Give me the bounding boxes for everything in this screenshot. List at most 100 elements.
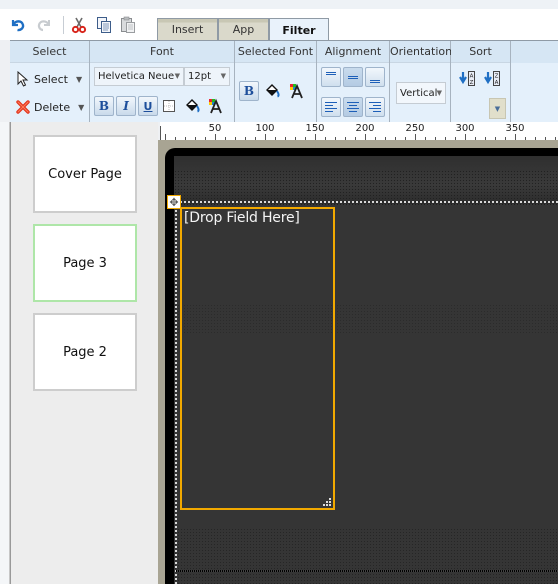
svg-text:Z: Z	[470, 80, 474, 86]
page-thumbnail-label: Page 2	[63, 344, 107, 360]
page-thumbnail-cover-page[interactable]: Cover Page	[33, 135, 137, 213]
align-left-button[interactable]	[321, 97, 341, 117]
tab-app-label: App	[232, 23, 255, 36]
align-right-button[interactable]	[365, 97, 385, 117]
group-header-alignment: Alignment	[317, 41, 389, 63]
tab-insert-label: Insert	[171, 23, 204, 36]
cut-button[interactable]	[70, 16, 88, 34]
chevron-down-icon: ▼	[78, 102, 85, 112]
ribbon-header-filler	[511, 41, 558, 63]
align-bottom-button[interactable]	[365, 67, 385, 87]
chevron-down-icon: ▼	[174, 72, 180, 80]
move-icon: ✥	[169, 195, 179, 209]
chevron-down-icon: ▼	[436, 89, 442, 97]
undo-icon	[11, 20, 25, 32]
group-header-select: Select	[10, 41, 89, 63]
drop-field-label: [Drop Field Here]	[184, 210, 300, 226]
page-thumbnail-page-3[interactable]: Page 3	[33, 224, 137, 302]
ruler-origin-mark	[160, 126, 161, 140]
page-thumbnail-page-2[interactable]: Page 2	[33, 313, 137, 391]
ruler-label: 100	[255, 123, 275, 134]
sort-options-dropdown[interactable]: ▼	[489, 98, 506, 119]
ribbon: Select Select ▼ Delete ▼ Font Helvetica …	[10, 40, 558, 123]
font-color-button[interactable]	[206, 97, 224, 115]
ruler-label: 150	[305, 123, 325, 134]
selected-font-color-button[interactable]	[287, 82, 305, 100]
underline-button[interactable]: U	[138, 96, 158, 116]
select-label: Select	[34, 72, 68, 86]
resize-grip-icon[interactable]	[323, 498, 332, 507]
cut-icon	[71, 17, 87, 34]
ribbon-group-select: Select Select ▼ Delete ▼	[10, 41, 90, 123]
chevron-down-icon: ▼	[220, 72, 226, 80]
border-icon	[163, 100, 175, 112]
bold-button[interactable]: B	[94, 96, 114, 116]
font-size-select[interactable]: 12pt ▼	[184, 67, 230, 86]
ribbon-group-sort: Sort A Z Z A ▼	[451, 41, 511, 123]
paint-bucket-icon	[266, 84, 280, 98]
group-header-font: Font	[90, 41, 234, 63]
orientation-select[interactable]: Vertical ▼	[396, 82, 446, 104]
tab-app[interactable]: App	[218, 18, 269, 40]
chevron-down-icon: ▼	[75, 74, 83, 84]
selected-fill-color-button[interactable]	[263, 82, 281, 100]
font-family-value: Helvetica Neue	[98, 71, 175, 82]
delete-label: Delete	[34, 100, 71, 114]
ribbon-group-selected-font: Selected Font B	[235, 41, 317, 123]
fill-color-button[interactable]	[183, 97, 201, 115]
drop-field-placeholder[interactable]: [Drop Field Here]	[180, 207, 335, 510]
select-button[interactable]: Select ▼	[16, 69, 82, 89]
copy-icon	[97, 17, 111, 33]
border-button[interactable]	[160, 97, 178, 115]
section-divider	[176, 570, 558, 572]
move-handle[interactable]: ✥	[167, 195, 181, 209]
font-size-value: 12pt	[188, 71, 211, 82]
delete-x-icon	[16, 100, 30, 114]
title-strip	[0, 0, 558, 9]
orientation-value: Vertical	[400, 87, 438, 99]
sort-descending-button[interactable]: Z A	[484, 70, 502, 88]
italic-icon: I	[123, 99, 129, 113]
page-thumbnail-panel: Cover Page Page 3 Page 2	[10, 122, 158, 584]
page-thumbnail-label: Cover Page	[48, 166, 122, 182]
underline-icon: U	[143, 99, 153, 113]
group-header-sort: Sort	[451, 41, 510, 63]
sort-ascending-icon: A Z	[459, 71, 475, 86]
align-middle-button[interactable]	[343, 67, 363, 87]
undo-button[interactable]	[9, 16, 27, 34]
sort-descending-icon: Z A	[484, 71, 500, 86]
ruler-label: 250	[405, 123, 425, 134]
group-header-selected-font: Selected Font	[235, 41, 316, 63]
font-color-icon	[290, 83, 303, 99]
sort-ascending-button[interactable]: A Z	[459, 70, 477, 88]
bold-icon: B	[243, 84, 255, 98]
horizontal-ruler: 50 100 150 200 250 300 350	[160, 122, 558, 140]
app-window: Insert App Filter Select Select ▼ Delete…	[0, 0, 558, 584]
paint-bucket-icon	[186, 99, 200, 113]
ribbon-group-font: Font Helvetica Neue ▼ 12pt ▼ B I U	[90, 41, 235, 123]
paste-button[interactable]	[119, 16, 137, 34]
redo-button[interactable]	[35, 16, 53, 34]
group-header-orientation: Orientation	[390, 41, 452, 63]
page-thumbnail-label: Page 3	[63, 255, 107, 271]
ruler-label: 300	[455, 123, 475, 134]
copy-button[interactable]	[95, 16, 113, 34]
tab-filter[interactable]: Filter	[269, 18, 329, 41]
quick-access-toolbar: Insert App Filter	[0, 0, 558, 41]
align-center-button[interactable]	[343, 97, 363, 117]
left-edge-strip	[0, 122, 10, 584]
font-color-icon	[209, 98, 222, 114]
ruler-label: 200	[355, 123, 375, 134]
align-top-button[interactable]	[321, 67, 341, 87]
svg-text:A: A	[495, 80, 499, 86]
italic-button[interactable]: I	[116, 96, 136, 116]
tab-filter-label: Filter	[282, 23, 316, 37]
redo-icon	[37, 20, 50, 32]
font-family-select[interactable]: Helvetica Neue ▼	[94, 67, 184, 86]
paste-icon	[121, 16, 135, 33]
ribbon-group-alignment: Alignment	[317, 41, 390, 123]
tab-insert[interactable]: Insert	[157, 18, 218, 40]
selected-bold-button[interactable]: B	[239, 81, 259, 101]
delete-button[interactable]: Delete ▼	[16, 97, 84, 117]
ruler-label: 50	[208, 123, 222, 134]
